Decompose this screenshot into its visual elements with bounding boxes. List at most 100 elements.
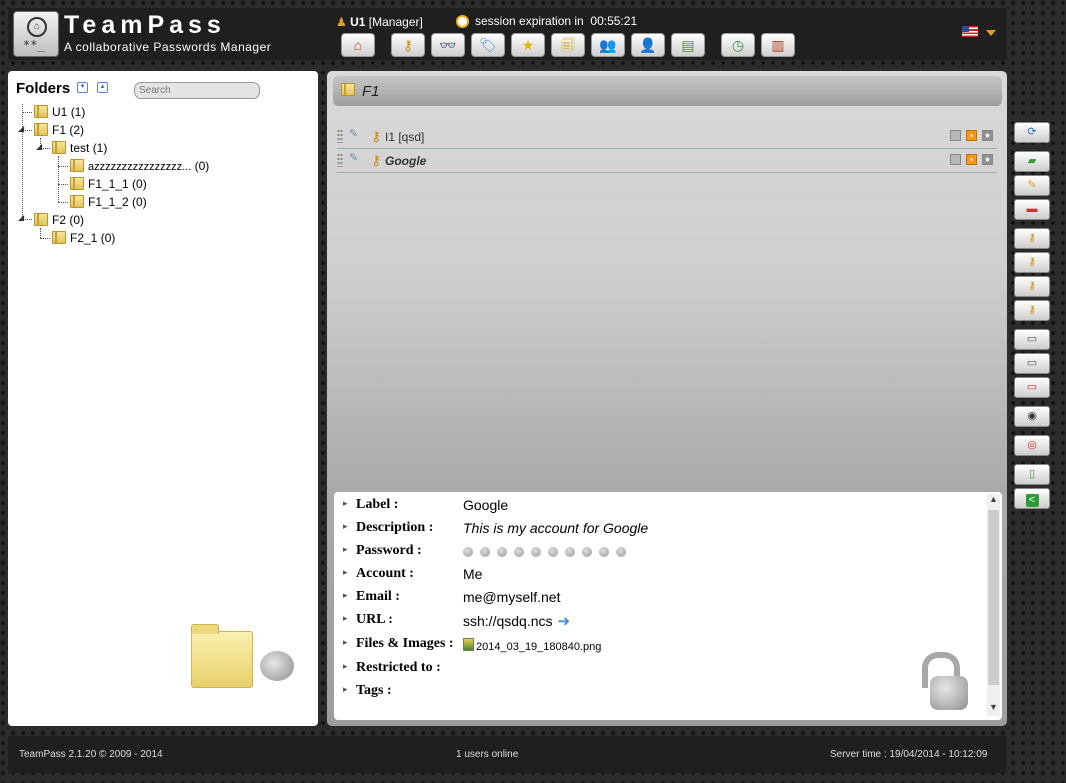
find-button[interactable]: 👓 (431, 33, 465, 57)
notepad-icon: ▯ (1028, 468, 1036, 480)
password-dot (599, 547, 609, 557)
chevron-right-icon: ▸ (343, 613, 348, 623)
items-button[interactable]: ⚷ (391, 33, 425, 57)
lock-icon: ⌂ (27, 17, 47, 37)
delete-key-icon: ⚷ (1027, 280, 1037, 292)
copy-password-button[interactable]: ▭ (1014, 329, 1050, 350)
current-folder-name: F1 (362, 83, 380, 100)
key-icon: ⚷ (402, 37, 414, 53)
scroll-thumb[interactable] (988, 510, 999, 685)
add-folder-icon: ▰ (1027, 155, 1037, 167)
drag-handle-icon[interactable] (337, 153, 343, 167)
session-timer: 00:55:21 (590, 14, 638, 28)
open-url-arrow-icon[interactable]: ➜ (558, 612, 571, 630)
home-button[interactable]: ⌂ (341, 33, 375, 57)
collapse-all-icon[interactable]: ▴ (97, 82, 108, 93)
url-field-icon: ▭ (1026, 381, 1038, 393)
us-flag-icon[interactable] (962, 26, 978, 37)
favourite-star-icon[interactable]: ★ (982, 130, 993, 141)
folder-node-f1-1-2[interactable]: F1_1_2 (0) (70, 194, 147, 210)
tags-button[interactable]: 🏷 (471, 33, 505, 57)
logout-button[interactable]: ▥ (761, 33, 795, 57)
delete-item-button[interactable]: ⚷ (1014, 276, 1050, 297)
password-dot (548, 547, 558, 557)
notes-button[interactable]: ▯ (1014, 464, 1050, 485)
edit-folder-button[interactable]: ✎ (1014, 175, 1050, 196)
folder-illustration (191, 624, 253, 688)
copy-password-icon[interactable]: ▪ (966, 130, 977, 141)
search-input[interactable] (134, 82, 260, 99)
copy-password-icon[interactable]: ▪ (966, 154, 977, 165)
folder-node-azzz[interactable]: azzzzzzzzzzzzzzzz... (0) (70, 158, 209, 174)
folder-node-f2[interactable]: F2 (0) (34, 212, 84, 228)
url-value: ssh://qsdq.ncs (463, 613, 553, 629)
folder-node-f1[interactable]: F1 (2) (34, 122, 84, 138)
folder-icon (34, 123, 48, 136)
folder-icon (52, 141, 66, 154)
chevron-right-icon: ▸ (343, 544, 348, 554)
users-online: 1 users online (456, 749, 519, 760)
item-row[interactable]: ✎ ⚷ I1 [qsd] ▪ ★ (337, 126, 997, 149)
user-button[interactable]: 👤 (631, 33, 665, 57)
scroll-down-icon[interactable]: ▼ (987, 702, 1000, 716)
tree-line (40, 238, 50, 239)
chevron-right-icon: ▸ (343, 498, 348, 508)
expand-all-icon[interactable]: ▾ (77, 82, 88, 93)
drag-handle-icon[interactable] (337, 129, 343, 143)
notes-button[interactable]: 🗐 (551, 33, 585, 57)
scroll-up-icon[interactable]: ▲ (987, 494, 1000, 508)
edit-item-button[interactable]: ⚷ (1014, 252, 1050, 273)
copy-item-button[interactable]: ⚷ (1014, 300, 1050, 321)
user-info: ♟ U1 [Manager] (336, 15, 423, 29)
share-button[interactable]: < (1014, 488, 1050, 509)
session-info: session expiration in 00:55:21 (456, 14, 637, 28)
favourites-button[interactable]: ★ (511, 33, 545, 57)
delete-folder-button[interactable]: ▬ (1014, 199, 1050, 220)
add-folder-button[interactable]: ▰ (1014, 151, 1050, 172)
tree-expander-icon[interactable]: ◢ (18, 213, 24, 222)
folder-node-test[interactable]: test (1) (52, 140, 107, 156)
views-button[interactable]: ▤ (671, 33, 705, 57)
details-scrollbar[interactable]: ▲ ▼ (987, 494, 1000, 716)
copy-login-button[interactable]: ▭ (1014, 353, 1050, 374)
user-role: [Manager] (368, 15, 423, 29)
file-link[interactable]: 2014_03_19_180840.png (463, 638, 601, 653)
folder-node-f2-1[interactable]: F2_1 (0) (52, 230, 115, 246)
folder-icon (70, 177, 84, 190)
tree-line (58, 184, 68, 185)
detail-restricted-row: ▸ Restricted to : (343, 660, 441, 675)
folder-node-u1[interactable]: U1 (1) (34, 104, 85, 120)
item-row-selected[interactable]: ✎ ⚷ Google ▪ ★ (337, 150, 997, 173)
tree-line (40, 228, 41, 238)
tree-expander-icon[interactable]: ◢ (36, 142, 42, 151)
copy-login-icon[interactable] (950, 130, 961, 141)
detail-label-row: ▸ Label : Google (343, 497, 509, 513)
views-icon: ▤ (681, 37, 695, 53)
tag-icon: 🏷 (479, 37, 497, 53)
copy-url-button[interactable]: ▭ (1014, 377, 1050, 398)
delete-folder-icon: ▬ (1026, 203, 1038, 215)
add-item-button[interactable]: ⚷ (1014, 228, 1050, 249)
roles-button[interactable]: 👥 (591, 33, 625, 57)
goto-button[interactable]: ◎ (1014, 435, 1050, 456)
folder-node-f1-1-1[interactable]: F1_1_1 (0) (70, 176, 147, 192)
url-value-wrap: ssh://qsdq.ncs ➜ (463, 612, 570, 630)
password-dot (497, 547, 507, 557)
password-value[interactable] (463, 543, 633, 559)
server-time: Server time : 19/04/2014 - 10:12:09 (830, 749, 988, 760)
copy-login-icon[interactable] (950, 154, 961, 165)
favourite-star-icon[interactable]: ★ (982, 154, 993, 165)
eye-icon: ◉ (1027, 410, 1037, 422)
clock-icon: ◷ (731, 37, 745, 53)
detail-tags-row: ▸ Tags : (343, 683, 392, 698)
history-button[interactable]: ◷ (721, 33, 755, 57)
folder-icon (52, 231, 66, 244)
tree-expander-icon[interactable]: ◢ (18, 124, 24, 133)
tree-line (58, 202, 68, 203)
chevron-right-icon: ▸ (343, 684, 348, 694)
refresh-button[interactable]: ⟳ (1014, 122, 1050, 143)
language-dropdown-icon[interactable] (986, 30, 996, 36)
user-icon: ♟ (336, 15, 347, 29)
show-password-button[interactable]: ◉ (1014, 406, 1050, 427)
app-title: TeamPass (64, 11, 226, 39)
